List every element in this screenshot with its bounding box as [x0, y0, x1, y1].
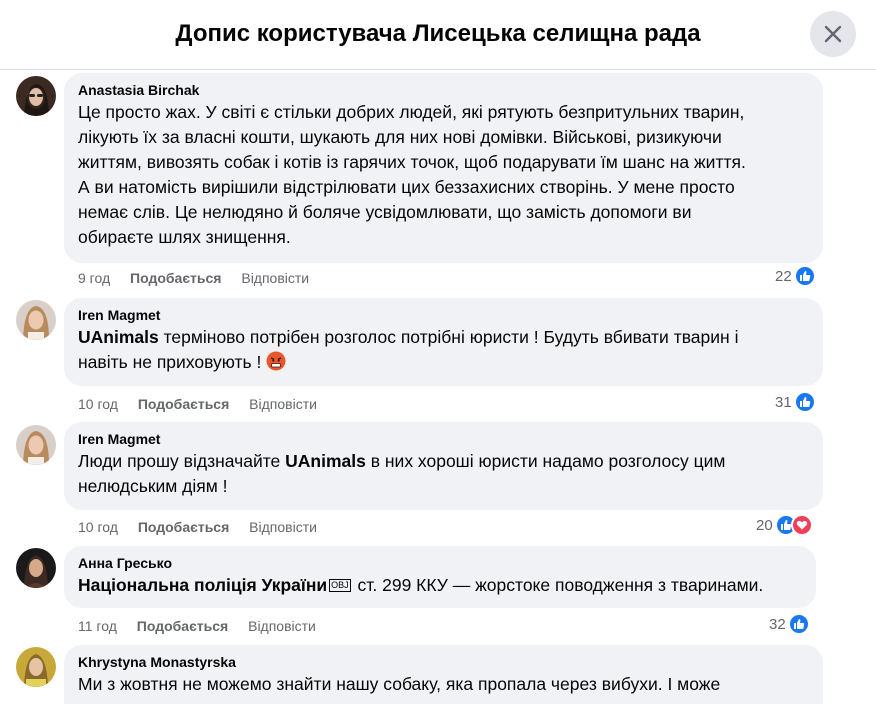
like-button[interactable]: Подобається [130, 270, 221, 286]
comment-actions: 10 год Подобається Відповісти [78, 395, 333, 413]
heart-icon [790, 514, 813, 536]
reaction-count: 31 [775, 393, 792, 411]
avatar[interactable] [16, 425, 56, 465]
avatar[interactable] [16, 647, 56, 687]
close-button[interactable] [810, 11, 856, 57]
comment-time[interactable]: 10 год [78, 519, 118, 535]
comment-line: Це просто жах. У світі є стільки добрих … [78, 102, 745, 122]
comment-author[interactable]: Anastasia Birchak [78, 81, 809, 99]
reactions-summary[interactable]: 32 [769, 613, 810, 635]
comment-line: обираєте шлях знищення. [78, 227, 291, 247]
comment-bubble: Khrystyna Monastyrska Ми з жовтня не мож… [64, 645, 823, 704]
close-icon [824, 25, 842, 43]
reactions-summary[interactable]: 22 [775, 265, 816, 287]
like-icon [793, 265, 816, 287]
comment-line: ст. 299 ККУ — жорстоке поводження з твар… [352, 575, 764, 595]
comment-text: Люди прошу відзначайте UAnimals в них хо… [78, 449, 809, 499]
dialog-header: Допис користувача Лисецька селищна рада [0, 0, 876, 70]
comment-line: немає слів. Це нелюдяно й боляче усвідом… [78, 202, 692, 222]
comment-bubble: Anastasia Birchak Це просто жах. У світі… [64, 73, 823, 263]
reactions-summary[interactable]: 31 [775, 391, 816, 413]
comment-author[interactable]: Khrystyna Monastyrska [78, 653, 809, 671]
comment-line: в них хороші юристи надамо розголосу цим [365, 451, 726, 471]
like-button[interactable]: Подобається [138, 519, 229, 535]
like-button[interactable]: Подобається [137, 618, 228, 634]
comment-line: А ви натомість вирішили відстрілювати ци… [78, 177, 735, 197]
comment-author[interactable]: Iren Magmet [78, 306, 809, 324]
mention-link[interactable]: Національна поліція України [78, 575, 327, 595]
object-replacement-glyph: OBJ [329, 579, 351, 592]
comment-text: Національна поліція України OBJ ст. 299 К… [78, 573, 802, 598]
like-icon [787, 613, 810, 635]
comment-line: терміново потрібен розголос потрібні юри… [158, 327, 739, 347]
avatar[interactable] [16, 548, 56, 588]
like-icon [793, 391, 816, 413]
comment-bubble: Анна Гресько Національна поліція України… [64, 546, 816, 608]
comment-time[interactable]: 10 год [78, 396, 118, 412]
comment-bubble: Iren Magmet UAnimals терміново потрібен … [64, 298, 823, 386]
reply-button[interactable]: Відповісти [241, 270, 309, 286]
reply-button[interactable]: Відповісти [248, 618, 316, 634]
dialog-title: Допис користувача Лисецька селищна рада [175, 20, 701, 47]
comment-line: життям, вивозять собак і котів із гарячи… [78, 152, 746, 172]
like-button[interactable]: Подобається [138, 396, 229, 412]
comments-list: Anastasia Birchak Це просто жах. У світі… [0, 71, 876, 704]
comment-time[interactable]: 9 год [78, 270, 110, 286]
comment-time[interactable]: 11 год [78, 618, 117, 634]
avatar[interactable] [16, 300, 56, 340]
comment-line: Ми з жовтня не можемо знайти нашу собаку… [78, 674, 721, 694]
reaction-count: 20 [756, 516, 773, 534]
comment-actions: 11 год Подобається Відповісти [78, 617, 332, 635]
comment-text: Ми з жовтня не можемо знайти нашу собаку… [78, 672, 809, 697]
reaction-count: 32 [769, 615, 786, 633]
comment-author[interactable]: Анна Гресько [78, 554, 802, 572]
comment-line: Люди прошу відзначайте [78, 451, 286, 471]
reactions-summary[interactable]: 20 [756, 514, 813, 536]
comment-line: навіть не приховують ! [78, 352, 267, 372]
comment-author[interactable]: Iren Magmet [78, 430, 809, 448]
mention-link[interactable]: UAnimals [285, 451, 366, 471]
angry-face-icon [266, 351, 286, 371]
comment-bubble: Iren Magmet Люди прошу відзначайте UAnim… [64, 422, 823, 510]
comment-text: UAnimals терміново потрібен розголос пот… [78, 325, 809, 375]
comment-line: нелюдським діям ! [78, 476, 228, 496]
comment-actions: 9 год Подобається Відповісти [78, 269, 325, 287]
reaction-count: 22 [775, 267, 792, 285]
reply-button[interactable]: Відповісти [249, 519, 317, 535]
avatar[interactable] [16, 76, 56, 116]
mention-link[interactable]: UAnimals [78, 327, 159, 347]
comment-actions: 10 год Подобається Відповісти [78, 518, 333, 536]
comment-text: Це просто жах. У світі є стільки добрих … [78, 100, 809, 250]
reply-button[interactable]: Відповісти [249, 396, 317, 412]
comment-line: лікують їх за власні кошти, шукають для … [78, 127, 722, 147]
